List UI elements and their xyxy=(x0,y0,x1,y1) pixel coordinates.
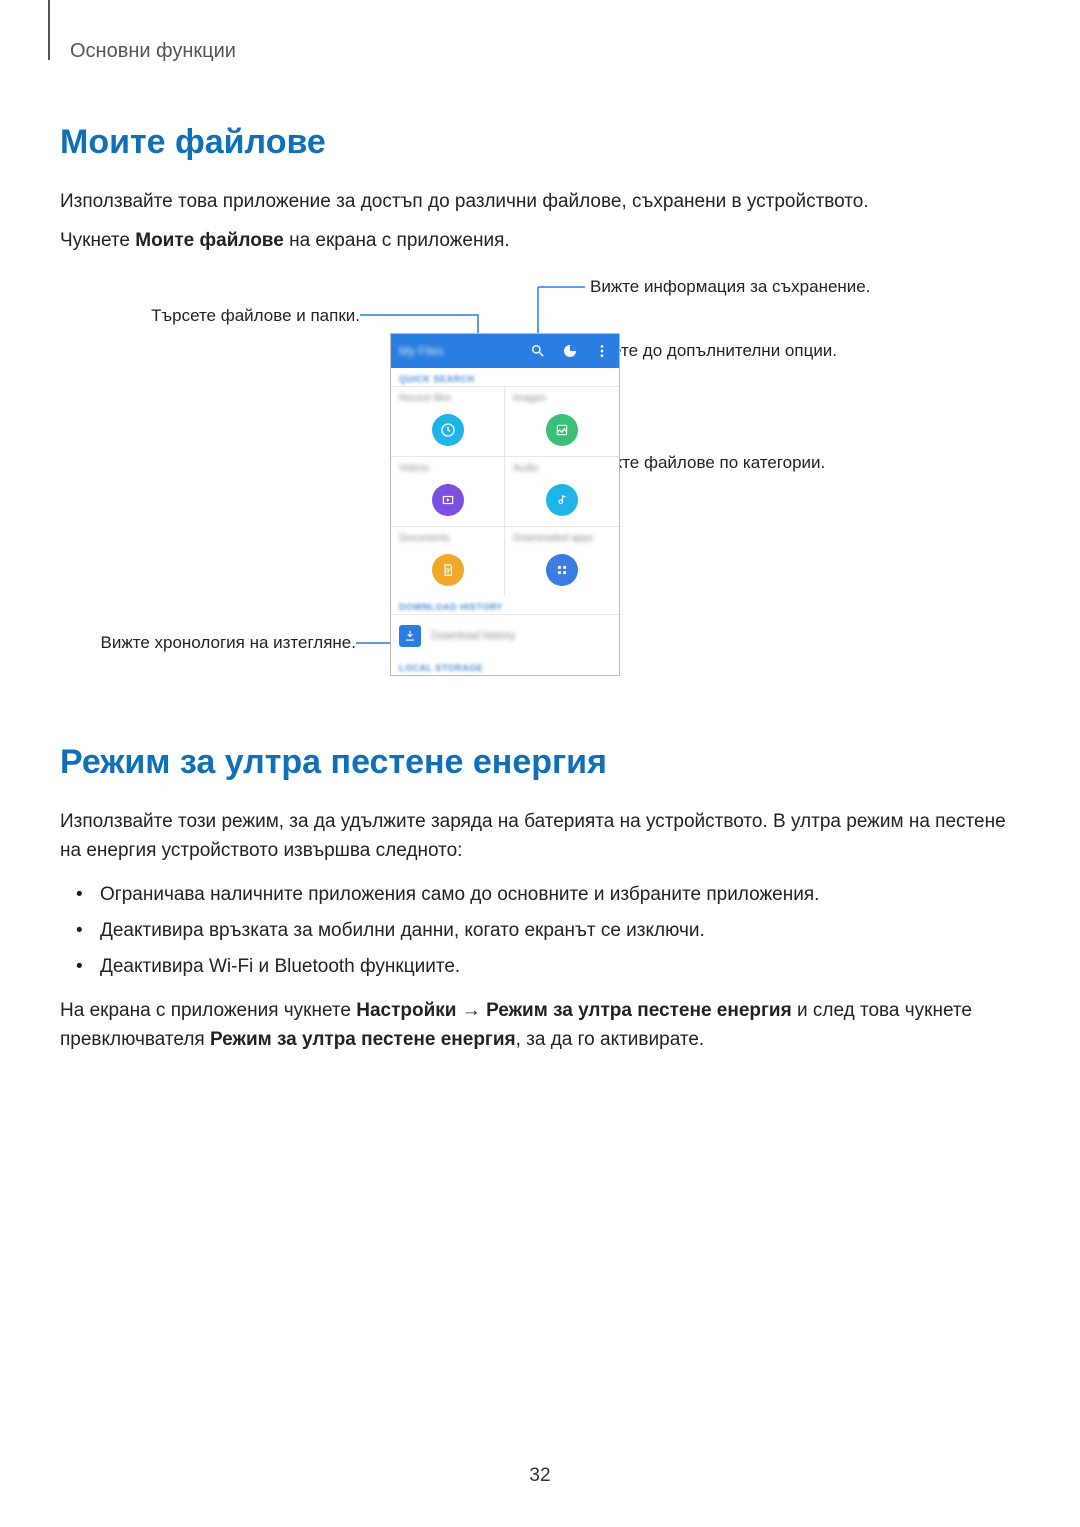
p2-pre: Чукнете xyxy=(60,230,135,251)
p2-bold: Моите файлове xyxy=(135,230,284,251)
section-ultra-power-title: Режим за ултра пестене енергия xyxy=(60,743,1020,782)
category-documents[interactable]: Documents xyxy=(391,526,505,596)
audio-icon xyxy=(546,484,578,516)
video-icon xyxy=(432,484,464,516)
annotated-figure: Търсете файлове и папки. Вижте информаци… xyxy=(60,273,1020,703)
section-my-files-title: Моите файлове xyxy=(60,123,1020,162)
callout-search: Търсете файлове и папки. xyxy=(90,306,360,326)
p2-post: на екрана с приложения. xyxy=(284,230,510,251)
storage-icon[interactable] xyxy=(561,342,579,360)
quick-search-label: QUICK SEARCH xyxy=(391,368,619,386)
breadcrumb: Основни функции xyxy=(70,40,1020,63)
download-history-label: DOWNLOAD HISTORY xyxy=(391,596,619,614)
category-videos[interactable]: Videos xyxy=(391,456,505,526)
download-history-text: Download history xyxy=(431,630,515,642)
section1-paragraph1: Използвайте това приложение за достъп до… xyxy=(60,188,1020,217)
app-title: My Files xyxy=(399,344,515,358)
bold-term: Режим за ултра пестене енергия xyxy=(210,1029,516,1050)
callout-categories: Вижте файлове по категории. xyxy=(590,453,825,473)
category-downloaded-apps[interactable]: Downloaded apps xyxy=(505,526,619,596)
image-icon xyxy=(546,414,578,446)
section1-paragraph2: Чукнете Моите файлове на екрана с прилож… xyxy=(60,227,1020,256)
callout-options: Идете до допълнителни опции. xyxy=(590,341,837,361)
download-icon xyxy=(399,625,421,647)
category-images[interactable]: Images xyxy=(505,386,619,456)
section2-bullets: Ограничава наличните приложения само до … xyxy=(60,877,1020,985)
category-grid: Recent files Images Videos xyxy=(391,386,619,596)
category-recent[interactable]: Recent files xyxy=(391,386,505,456)
text-run: На екрана с приложения чукнете xyxy=(60,1000,356,1021)
local-storage-label: LOCAL STORAGE xyxy=(391,657,619,675)
bullet-item: Ограничава наличните приложения само до … xyxy=(100,877,1020,913)
bold-term: Настройки xyxy=(356,1000,456,1021)
text-run: , за да го активирате. xyxy=(516,1029,705,1050)
text-run: → xyxy=(457,1000,487,1021)
section2-paragraph1: Използвайте този режим, за да удължите з… xyxy=(60,808,1020,865)
document-icon xyxy=(432,554,464,586)
bullet-item: Деактивира Wi-Fi и Bluetooth функциите. xyxy=(100,949,1020,985)
app-header: My Files xyxy=(391,334,619,368)
clock-icon xyxy=(432,414,464,446)
page-content: Основни функции Моите файлове Използвайт… xyxy=(0,0,1080,1054)
apps-icon xyxy=(546,554,578,586)
category-audio[interactable]: Audio xyxy=(505,456,619,526)
bold-term: Режим за ултра пестене енергия xyxy=(486,1000,792,1021)
callout-download-history: Вижте хронология на изтегляне. xyxy=(80,633,356,653)
phone-screenshot: My Files QUICK SEARCH Recent files xyxy=(390,333,620,676)
callout-storage: Вижте информация за съхранение. xyxy=(590,277,870,297)
download-history-row[interactable]: Download history xyxy=(391,614,619,657)
search-icon[interactable] xyxy=(529,342,547,360)
page-number: 32 xyxy=(0,1465,1080,1487)
bullet-item: Деактивира връзката за мобилни данни, ко… xyxy=(100,913,1020,949)
more-options-icon[interactable] xyxy=(593,342,611,360)
section2-paragraph2: На екрана с приложения чукнете Настройки… xyxy=(60,997,1020,1054)
